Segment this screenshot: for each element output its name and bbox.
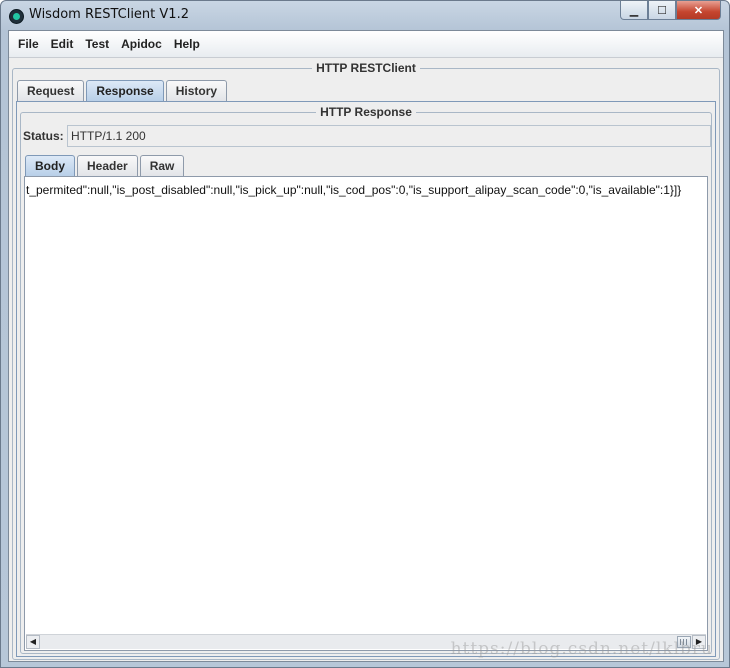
response-tab-bar: Body Header Raw	[25, 155, 186, 176]
minimize-icon: ▁	[629, 4, 639, 17]
scroll-left-arrow[interactable]: ◀	[26, 635, 40, 649]
maximize-icon: ☐	[657, 4, 667, 17]
response-body-text[interactable]: t_permited":null,"is_post_disabled":null…	[26, 183, 706, 197]
status-label: Status:	[23, 129, 64, 143]
watermark-text: https://blog.csdn.net/lklbru	[450, 639, 713, 659]
menu-test[interactable]: Test	[80, 37, 114, 51]
tab-header[interactable]: Header	[77, 155, 138, 176]
title-bar[interactable]: Wisdom RESTClient V1.2 ▁ ☐ ✕	[1, 1, 729, 29]
close-icon: ✕	[693, 4, 704, 17]
response-tab-panel: HTTP Response Status: HTTP/1.1 200 Body …	[16, 101, 716, 657]
tab-history[interactable]: History	[165, 80, 228, 101]
http-response-group: HTTP Response Status: HTTP/1.1 200 Body …	[20, 105, 712, 654]
tab-raw[interactable]: Raw	[139, 155, 185, 176]
window-controls: ▁ ☐ ✕	[620, 1, 721, 21]
main-tab-bar: Request Response History	[17, 80, 229, 101]
menu-file[interactable]: File	[13, 37, 44, 51]
menu-apidoc[interactable]: Apidoc	[116, 37, 167, 51]
response-body-area[interactable]: t_permited":null,"is_post_disabled":null…	[24, 176, 708, 651]
restclient-group-title: HTTP RESTClient	[312, 61, 420, 75]
app-window: Wisdom RESTClient V1.2 ▁ ☐ ✕ File Edit T…	[0, 0, 730, 668]
status-field: HTTP/1.1 200	[67, 125, 711, 147]
menu-help[interactable]: Help	[169, 37, 205, 51]
minimize-button[interactable]: ▁	[620, 1, 648, 20]
close-button[interactable]: ✕	[676, 1, 721, 20]
http-response-group-title: HTTP Response	[316, 105, 416, 119]
menu-bar: File Edit Test Apidoc Help	[9, 31, 723, 58]
window-title: Wisdom RESTClient V1.2	[29, 7, 189, 22]
restclient-group: HTTP RESTClient Request Response History…	[12, 61, 720, 660]
tab-response[interactable]: Response	[86, 80, 164, 101]
tab-request[interactable]: Request	[17, 80, 85, 101]
client-area: File Edit Test Apidoc Help HTTP RESTClie…	[8, 30, 724, 662]
menu-edit[interactable]: Edit	[46, 37, 79, 51]
app-icon	[9, 9, 24, 24]
tab-body[interactable]: Body	[25, 155, 75, 176]
maximize-button[interactable]: ☐	[648, 1, 676, 20]
